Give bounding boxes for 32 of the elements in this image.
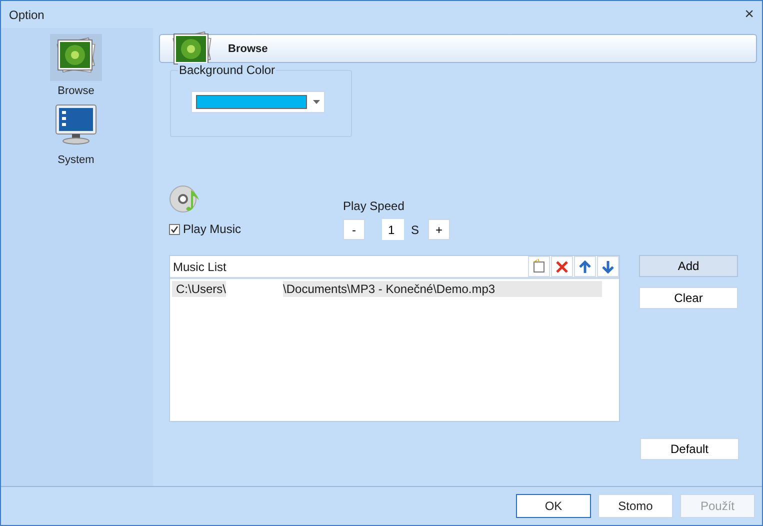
play-music-checkbox[interactable]: Play Music [169, 222, 343, 236]
dialog-button[interactable]: OK [516, 494, 591, 518]
decrease-button[interactable]: - [343, 219, 365, 240]
section-title: Browse [228, 42, 268, 54]
caret-icon [313, 100, 320, 104]
monitor-icon [54, 103, 98, 145]
file-path: C:\Users\ [176, 282, 226, 296]
close-icon[interactable]: × [744, 6, 754, 24]
speed-label: Play Speed [343, 199, 406, 213]
list-button[interactable]: Clear [639, 287, 738, 309]
toolbar-button[interactable] [528, 256, 550, 277]
increase-button[interactable]: + [428, 219, 450, 240]
color-dropdown[interactable] [191, 91, 325, 113]
down-arrow-icon [600, 258, 616, 274]
sidebar-item[interactable]: System [51, 99, 101, 168]
file-path: \Documents\MP3 - Konečné\Demo.mp3 [283, 282, 496, 296]
list-row[interactable]: C:\Users\ \Documents\MP3 - Konečné\Demo.mp3 [172, 281, 602, 297]
toolbar-button[interactable] [574, 256, 596, 277]
list-title: Music List [173, 260, 226, 274]
window-title: Option [9, 8, 44, 22]
delete-icon [554, 258, 570, 274]
dialog-button[interactable]: Stomo [598, 494, 673, 518]
toolbar-button[interactable] [551, 256, 573, 277]
up-arrow-icon [577, 258, 593, 274]
unit-label: S [411, 222, 420, 236]
check-icon [170, 224, 179, 234]
default-button[interactable]: Default [640, 438, 739, 460]
new-note-icon [531, 258, 547, 274]
toolbar-button[interactable] [597, 256, 619, 277]
speed-field[interactable]: 1 [382, 219, 404, 240]
group-label: Background Color [178, 63, 276, 77]
list-button[interactable]: Add [639, 255, 738, 277]
